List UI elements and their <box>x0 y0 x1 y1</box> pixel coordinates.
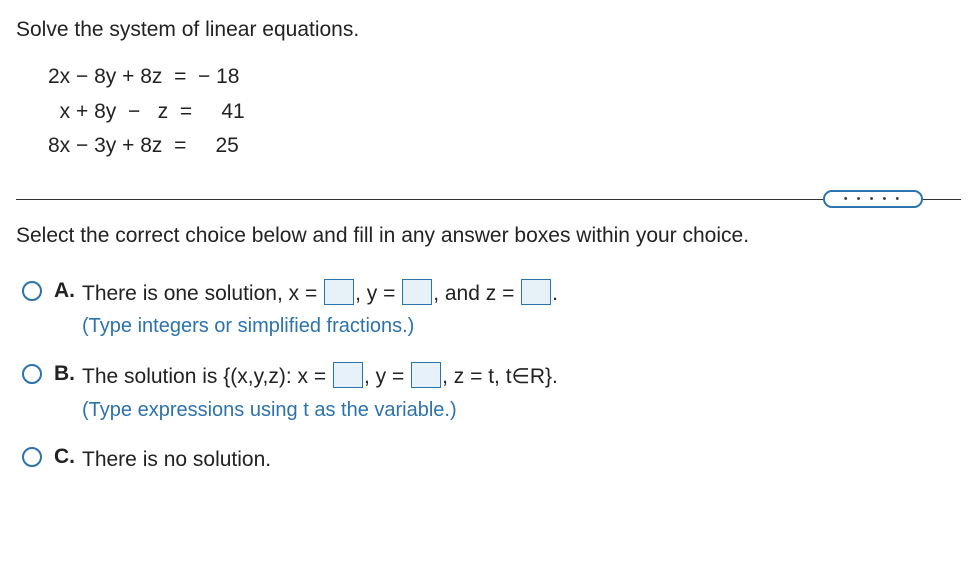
choice-letter-c: C. <box>54 445 82 469</box>
choice-b-text-3: , z = t, t∈R}. <box>442 365 558 388</box>
divider-line <box>16 199 961 200</box>
choices-group: A. There is one solution, x = , y = , an… <box>22 278 961 477</box>
equation-row-3: 8x − 3y + 8z = 25 <box>48 129 961 164</box>
choice-body-a: There is one solution, x = , y = , and z… <box>82 278 961 343</box>
expand-handle[interactable]: • • • • • <box>823 190 923 208</box>
answer-box-a-y[interactable] <box>402 279 432 305</box>
choice-letter-a: A. <box>54 279 82 303</box>
choice-b: B. The solution is {(x,y,z): x = , y = ,… <box>22 361 961 426</box>
dots-icon: • • • • • <box>844 193 902 205</box>
section-divider: • • • • • <box>16 186 961 212</box>
choice-a: A. There is one solution, x = , y = , an… <box>22 278 961 343</box>
choice-a-text-1: There is one solution, x = <box>82 282 317 305</box>
answer-box-a-z[interactable] <box>521 279 551 305</box>
answer-box-b-y[interactable] <box>411 362 441 388</box>
choice-b-hint: (Type expressions using t as the variabl… <box>82 399 457 421</box>
radio-b[interactable] <box>22 364 42 384</box>
equation-row-2: x + 8y − z = 41 <box>48 95 961 130</box>
answer-box-a-x[interactable] <box>324 279 354 305</box>
choice-b-text-1: The solution is {(x,y,z): x = <box>82 365 326 388</box>
question-prompt: Solve the system of linear equations. <box>16 18 961 42</box>
choice-body-c: There is no solution. <box>82 444 961 477</box>
radio-a[interactable] <box>22 281 42 301</box>
choice-body-b: The solution is {(x,y,z): x = , y = , z … <box>82 361 961 426</box>
choice-a-text-4: . <box>552 282 558 305</box>
equation-row-1: 2x − 8y + 8z = − 18 <box>48 60 961 95</box>
choice-a-text-3: , and z = <box>433 282 514 305</box>
answer-box-b-x[interactable] <box>333 362 363 388</box>
equation-system: 2x − 8y + 8z = − 18 x + 8y − z = 41 8x −… <box>48 60 961 164</box>
select-prompt: Select the correct choice below and fill… <box>16 224 961 248</box>
choice-c-text: There is no solution. <box>82 448 271 471</box>
choice-b-text-2: , y = <box>364 365 404 388</box>
radio-c[interactable] <box>22 447 42 467</box>
choice-letter-b: B. <box>54 362 82 386</box>
choice-c: C. There is no solution. <box>22 444 961 477</box>
choice-a-hint: (Type integers or simplified fractions.) <box>82 315 414 337</box>
choice-a-text-2: , y = <box>355 282 395 305</box>
